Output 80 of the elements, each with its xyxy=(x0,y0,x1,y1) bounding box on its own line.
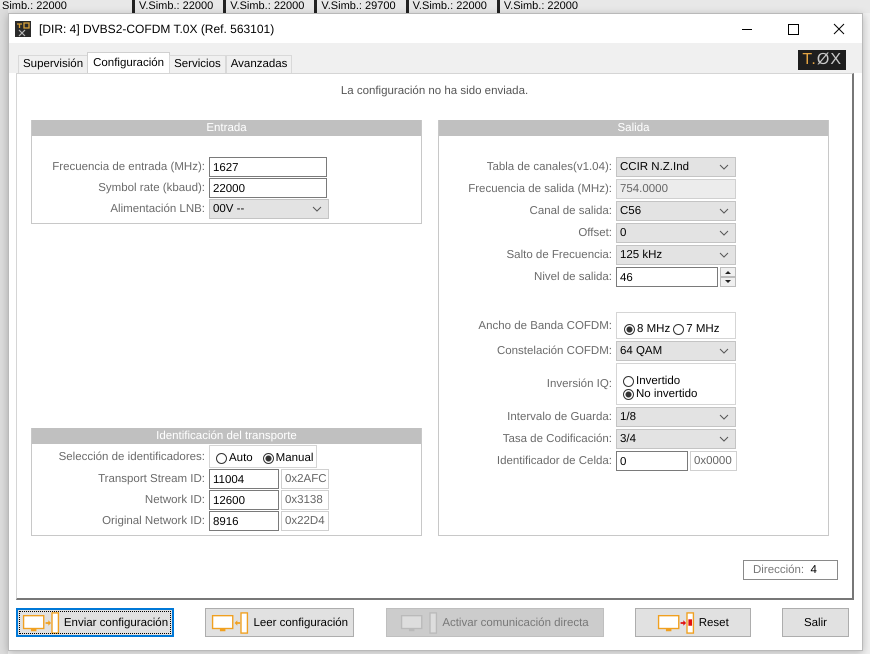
input-field[interactable]: 0 xyxy=(616,451,688,471)
action-button[interactable]: Enviar configuración xyxy=(16,608,174,637)
status-text: Simb.: 22000 xyxy=(1,0,68,13)
field-label: Intervalo de Guarda: xyxy=(506,411,612,423)
chevron-icon xyxy=(719,164,729,170)
chevron-icon xyxy=(719,252,729,258)
field-label: Selección de identificadores: xyxy=(58,450,205,462)
group-title: Salida xyxy=(439,120,828,136)
tab[interactable]: Servicios xyxy=(169,55,226,73)
tab[interactable]: Configuración xyxy=(87,52,170,73)
option-label[interactable]: Auto xyxy=(229,452,253,464)
window-title: [DIR: 4] DVBS2-COFDM T.0X (Ref. 563101) xyxy=(39,22,276,36)
action-button[interactable]: Reset xyxy=(634,608,751,637)
hex-value: 0x0000 xyxy=(690,451,737,471)
hex-value: 0x3138 xyxy=(281,490,329,510)
field-label: Frecuencia de salida (MHz): xyxy=(467,183,612,195)
chevron-icon xyxy=(719,436,729,442)
chevron-icon xyxy=(719,208,729,214)
field-label: Ancho de Banda COFDM: xyxy=(477,320,612,332)
field-label: Identificador de Celda: xyxy=(496,455,612,467)
option-label[interactable]: 7 MHz xyxy=(686,323,720,335)
option-label[interactable]: No invertido xyxy=(636,388,698,400)
chevron-icon xyxy=(312,206,322,212)
input-field[interactable]: 11004 xyxy=(209,469,279,489)
radio-button[interactable] xyxy=(673,324,684,334)
input-field[interactable]: 22000 xyxy=(209,178,327,198)
dropdown[interactable]: 64 QAM xyxy=(616,341,736,361)
dropdown[interactable]: 0 xyxy=(616,223,736,243)
hex-value: 0x2AFC xyxy=(281,469,329,489)
hex-value: 0x22D4 xyxy=(281,511,329,531)
radio-button[interactable] xyxy=(262,452,274,464)
field-label: Original Network ID: xyxy=(101,515,205,527)
radio-button[interactable] xyxy=(216,452,227,464)
dropdown[interactable]: 3/4 xyxy=(616,429,736,449)
field-label: Tasa de Codificación: xyxy=(502,433,612,445)
field-label: Symbol rate (kbaud): xyxy=(97,182,205,194)
dropdown[interactable]: C56 xyxy=(616,201,736,221)
field-label: Canal de salida: xyxy=(528,205,612,217)
group-title: Identificación del transporte xyxy=(32,428,421,444)
dropdown[interactable]: CCIR N.Z.Ind xyxy=(616,157,736,177)
dropdown[interactable]: 1/8 xyxy=(616,407,736,427)
field-label: Offset: xyxy=(577,227,612,239)
group-title: Entrada xyxy=(32,120,421,136)
input-field[interactable]: 1627 xyxy=(209,157,327,177)
field-label: Frecuencia de entrada (MHz): xyxy=(51,161,205,173)
chevron-icon xyxy=(719,230,729,236)
chevron-icon xyxy=(719,348,729,354)
field-label: Transport Stream ID: xyxy=(97,473,205,485)
radio-button[interactable] xyxy=(624,324,635,334)
status-message: La configuración no ha sido enviada. xyxy=(340,84,530,99)
spin-arrows-icon[interactable] xyxy=(720,267,736,287)
field-label: Network ID: xyxy=(144,494,205,506)
option-label[interactable]: Manual xyxy=(276,452,314,464)
chevron-icon xyxy=(719,414,729,420)
option-label[interactable]: 8 MHz xyxy=(637,323,670,335)
app-icon xyxy=(15,20,31,36)
field-label: Constelación COFDM: xyxy=(496,345,612,357)
field-label: Salto de Frecuencia: xyxy=(506,249,612,261)
field-label: Nivel de salida: xyxy=(533,271,612,283)
monitor-device-icon xyxy=(656,612,695,634)
tab[interactable]: Supervisión xyxy=(18,55,88,73)
monitor-device-icon xyxy=(211,612,250,634)
radio-button[interactable] xyxy=(623,388,634,400)
field-label: Tabla de canales(v1.04): xyxy=(486,161,612,173)
tab[interactable]: Avanzadas xyxy=(226,55,292,73)
input-field[interactable]: 12600 xyxy=(209,490,279,510)
monitor-device-icon xyxy=(400,612,438,634)
option-label[interactable]: Invertido xyxy=(636,375,680,387)
monitor-device-icon xyxy=(22,612,60,634)
field-label: Inversión IQ: xyxy=(546,378,612,390)
dropdown[interactable]: 125 kHz xyxy=(616,245,736,265)
action-button[interactable]: Salir xyxy=(782,608,849,637)
field-label: Alimentación LNB: xyxy=(109,203,205,215)
dropdown[interactable]: 00V -- xyxy=(209,199,329,219)
readonly-field: 754.0000 xyxy=(616,179,736,199)
action-button[interactable]: Leer configuración xyxy=(205,608,354,637)
input-field[interactable]: 8916 xyxy=(209,511,279,531)
logo: T.ØX xyxy=(798,50,846,70)
address-field: Dirección: 4 xyxy=(743,560,838,580)
radio-button[interactable] xyxy=(623,376,634,386)
